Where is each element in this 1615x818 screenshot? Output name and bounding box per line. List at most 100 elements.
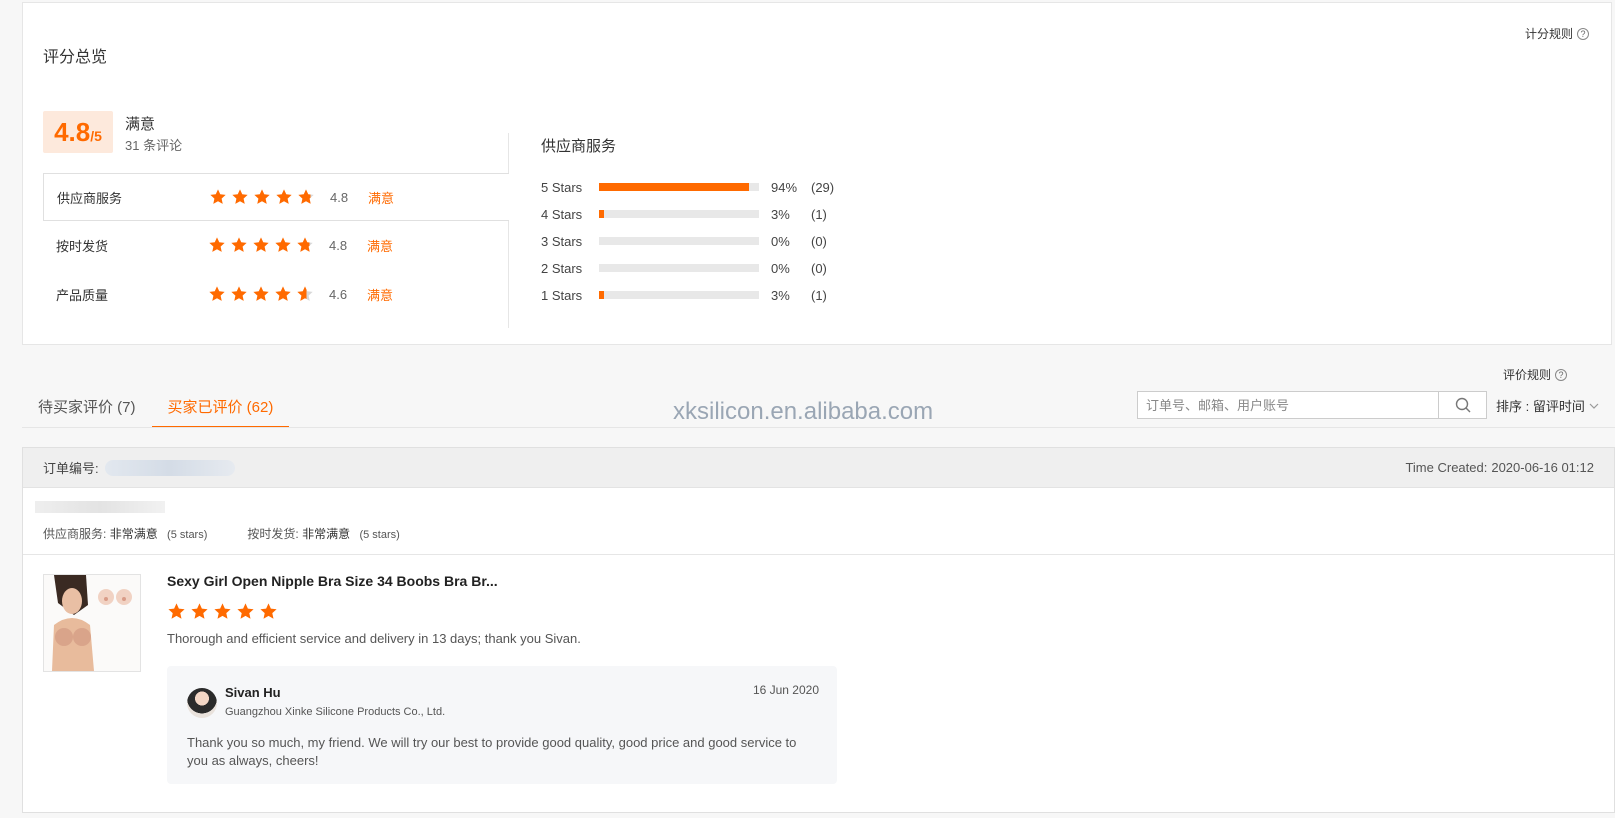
- distribution-label: 3 Stars: [541, 233, 583, 249]
- review-rules-link[interactable]: 评价规则 ?: [1503, 366, 1567, 383]
- star-icon: [275, 237, 291, 252]
- distribution-count: (29): [811, 179, 835, 195]
- scoring-rules-link[interactable]: 计分规则 ?: [1525, 25, 1589, 42]
- distribution-bar: [599, 291, 759, 299]
- help-icon[interactable]: ?: [1577, 27, 1589, 40]
- distribution-label: 1 Stars: [541, 287, 583, 303]
- reply-text: Thank you so much, my friend. We will tr…: [187, 735, 797, 768]
- distribution-bar-fill: [599, 183, 750, 191]
- rating-score: 4.6: [329, 286, 348, 302]
- star-icon: [253, 286, 269, 301]
- order-id-redacted: [104, 459, 235, 476]
- chevron-down-icon: [1589, 403, 1599, 409]
- search-button[interactable]: [1438, 392, 1486, 418]
- review-header: 订单编号: Time Created: 2020-06-16 01:12: [23, 448, 1614, 488]
- rating-grade: 满意: [367, 238, 394, 254]
- sort-dropdown[interactable]: 排序 : 留评时间: [1496, 396, 1599, 415]
- service-rating-value: 非常满意: [109, 527, 158, 541]
- product-image: [44, 575, 140, 671]
- product-title[interactable]: Sexy Girl Open Nipple Bra Size 34 Boobs …: [167, 573, 498, 589]
- overall-score-max: /5: [90, 128, 102, 144]
- help-icon[interactable]: ?: [1555, 368, 1567, 381]
- star-icon: [214, 603, 231, 619]
- summary-title: 评分总览: [43, 49, 108, 66]
- distribution-bar: [599, 183, 759, 191]
- delivery-rating-label: 按时发货:: [247, 527, 299, 541]
- watermark: xksilicon.en.alibaba.com: [673, 398, 934, 425]
- rating-stars: [208, 285, 314, 303]
- star-icon: [237, 603, 254, 619]
- delivery-rating-stars: (5 stars): [359, 529, 400, 541]
- distribution-percent: 3%: [771, 287, 790, 303]
- review-service-ratings: 供应商服务: 非常满意 (5 stars) 按时发货: 非常满意 (5 star…: [43, 525, 400, 542]
- product-thumbnail[interactable]: [43, 574, 141, 672]
- review-rules-label[interactable]: 评价规则: [1503, 366, 1551, 383]
- distribution-bar: [599, 264, 759, 272]
- star-icon: [209, 237, 225, 252]
- rating-score: 4.8: [330, 189, 349, 205]
- rating-row-supplier-service[interactable]: 供应商服务 4.8 满意: [43, 173, 509, 221]
- star-icon: [231, 237, 247, 252]
- search-input[interactable]: [1138, 392, 1438, 418]
- scoring-rules-label[interactable]: 计分规则: [1525, 25, 1573, 42]
- order-id: 订单编号:: [43, 458, 235, 477]
- rating-summary-card: 评分总览 计分规则 ? 4.8 /5 满意 31 条评论 供应商服务 4.8 满…: [22, 2, 1612, 345]
- rating-row-product-quality[interactable]: 产品质量 4.6 满意: [43, 270, 509, 318]
- rating-name: 供应商服务: [57, 190, 123, 206]
- review-divider: [23, 554, 1614, 555]
- buyer-name-redacted: [35, 501, 165, 513]
- distribution-count: (1): [811, 206, 827, 222]
- tab-buyer-reviewed[interactable]: 买家已评价 (62): [151, 380, 290, 428]
- rating-name: 产品质量: [56, 287, 109, 303]
- distribution-label: 4 Stars: [541, 206, 583, 222]
- star-icon: [168, 603, 185, 619]
- review-stars: [167, 602, 278, 621]
- distribution-percent: 3%: [771, 206, 790, 222]
- star-icon: [232, 189, 248, 204]
- star-icon: [298, 189, 314, 204]
- review-count: 31 条评论: [125, 138, 183, 153]
- star-icon: [231, 286, 247, 301]
- distribution-row-1: 1 Stars 3% (1): [541, 286, 851, 304]
- rating-stars: [208, 236, 314, 254]
- distribution-bar-fill: [599, 291, 604, 299]
- review-card: 订单编号: Time Created: 2020-06-16 01:12 供应商…: [22, 447, 1615, 813]
- distribution-label: 5 Stars: [541, 179, 583, 195]
- overall-score: 4.8: [54, 117, 91, 147]
- star-icon: [253, 237, 269, 252]
- distribution-count: (0): [811, 233, 827, 249]
- reply-date: 16 Jun 2020: [752, 683, 819, 697]
- tabs-divider: [22, 427, 1615, 428]
- star-icon: [210, 189, 226, 204]
- time-created-label: Time Created:: [1405, 460, 1488, 475]
- time-created-value: 2020-06-16 01:12: [1491, 460, 1594, 475]
- rating-row-on-time-delivery[interactable]: 按时发货 4.8 满意: [43, 221, 509, 269]
- overall-score-label: 满意: [125, 116, 156, 133]
- review-text: Thorough and efficient service and deliv…: [167, 631, 581, 646]
- tab-pending-buyer-review[interactable]: 待买家评价 (7): [22, 380, 152, 428]
- avatar: [187, 688, 217, 718]
- distribution-percent: 0%: [771, 233, 790, 249]
- rating-grade: 满意: [368, 190, 395, 206]
- distribution-row-3: 3 Stars 0% (0): [541, 232, 851, 250]
- distribution-label: 2 Stars: [541, 260, 583, 276]
- distribution-count: (0): [811, 260, 827, 276]
- reply-author-name: Sivan Hu: [225, 685, 281, 700]
- star-icon: [276, 189, 292, 204]
- search-box: [1137, 391, 1487, 419]
- search-icon: [1455, 397, 1470, 413]
- reply-company: Guangzhou Xinke Silicone Products Co., L…: [225, 706, 446, 718]
- star-icon: [297, 286, 313, 301]
- sort-label: 排序 : 留评时间: [1496, 399, 1585, 414]
- rating-grade: 满意: [367, 287, 394, 303]
- delivery-rating: 按时发货: 非常满意 (5 stars): [247, 525, 399, 542]
- distribution-bar-fill: [599, 210, 604, 218]
- distribution-row-2: 2 Stars 0% (0): [541, 259, 851, 277]
- service-rating-stars: (5 stars): [167, 529, 208, 541]
- rating-name: 按时发货: [56, 238, 109, 254]
- distribution-row-4: 4 Stars 3% (1): [541, 205, 851, 223]
- distribution-percent: 94%: [771, 179, 798, 195]
- distribution-percent: 0%: [771, 260, 790, 276]
- distribution-row-5: 5 Stars 94% (29): [541, 178, 851, 196]
- service-rating: 供应商服务: 非常满意 (5 stars): [43, 525, 207, 542]
